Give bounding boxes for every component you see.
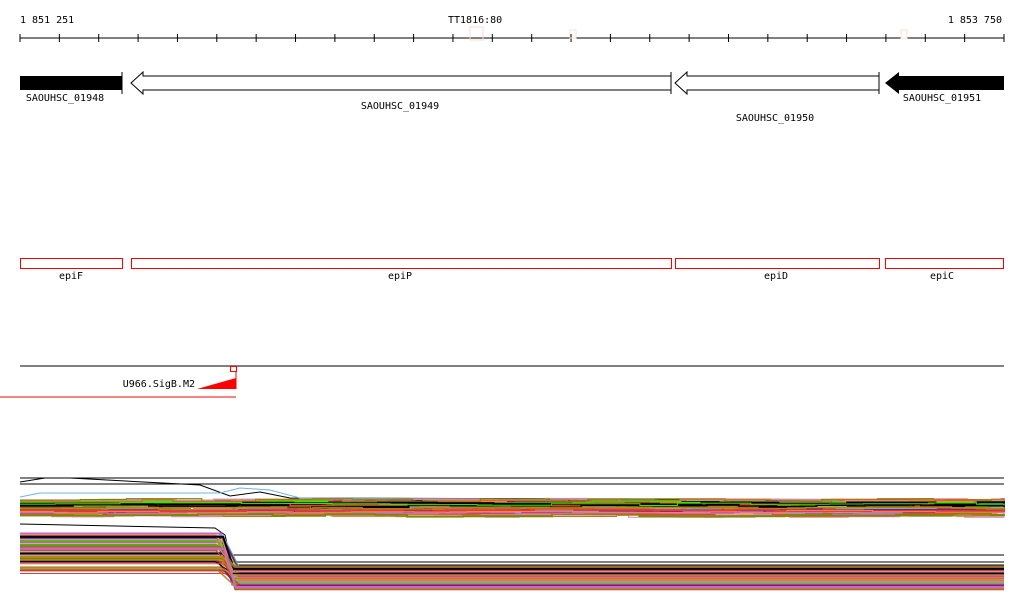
gene-label: SAOUHSC_01948 [26, 93, 104, 104]
feature-label: epiC [930, 271, 954, 282]
expression-line [19, 477, 1005, 501]
promoter-U966-SigB-M2[interactable]: U966.SigB.M2 [0, 366, 237, 398]
gene-SAOUHSC_01948[interactable]: SAOUHSC_01948 [20, 72, 123, 104]
feature-epiC[interactable]: epiC [885, 258, 1004, 283]
gene-label: SAOUHSC_01949 [361, 101, 439, 112]
expression-track [19, 477, 1005, 591]
ruler-center-label: TT1816:80 [448, 15, 502, 26]
feature-epiF[interactable]: epiF [20, 258, 123, 283]
feature-label: epiF [59, 271, 83, 282]
promoter-label: U966.SigB.M2 [123, 379, 195, 390]
genome-browser-canvas: 1 851 251 TT1816:80 1 853 750 SAOUHSC_01… [0, 15, 1005, 591]
position-marker[interactable] [900, 29, 908, 39]
feature-label: epiD [764, 271, 788, 282]
feature-epiD[interactable]: epiD [675, 258, 880, 283]
feature-epiP[interactable]: epiP [131, 258, 672, 283]
feature-label: epiP [388, 271, 412, 282]
gene-label: SAOUHSC_01950 [736, 113, 814, 124]
ruler-start-label: 1 851 251 [20, 15, 74, 26]
gene-SAOUHSC_01949[interactable]: SAOUHSC_01949 [130, 70, 672, 112]
gene-SAOUHSC_01951[interactable]: SAOUHSC_01951 [885, 72, 1004, 104]
gene-label: SAOUHSC_01951 [903, 93, 981, 104]
gene-SAOUHSC_01950[interactable]: SAOUHSC_01950 [674, 70, 880, 124]
ruler-end-label: 1 853 750 [948, 15, 1002, 26]
